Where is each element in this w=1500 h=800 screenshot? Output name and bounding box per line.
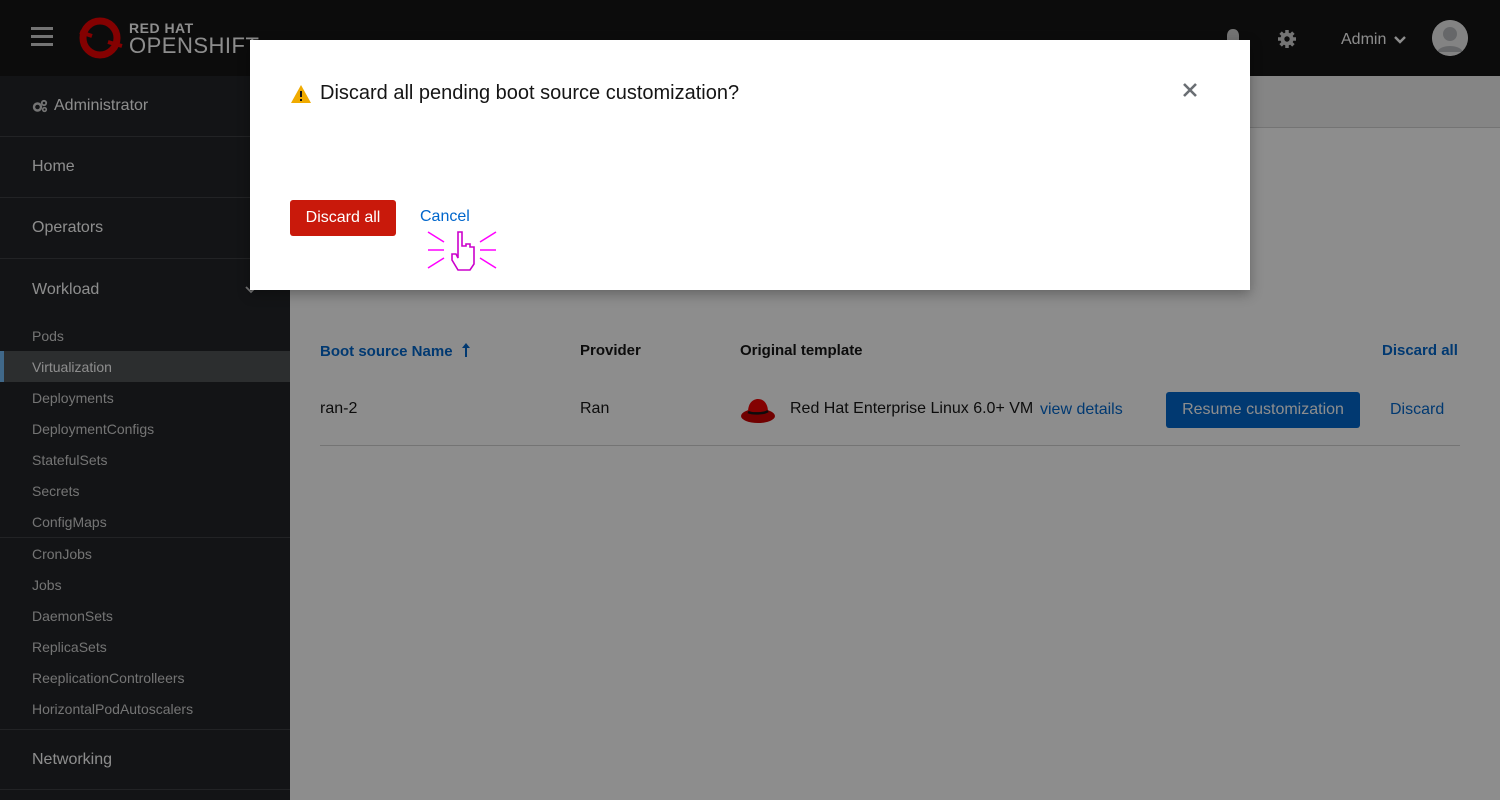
discard-all-button[interactable]: Discard all: [290, 200, 396, 236]
warning-icon: [291, 84, 311, 103]
modal-title: Discard all pending boot source customiz…: [290, 82, 739, 105]
pointer-cursor-icon: [427, 231, 497, 271]
cancel-button[interactable]: Cancel: [420, 208, 470, 226]
discard-modal: Discard all pending boot source customiz…: [250, 40, 1250, 290]
modal-title-text: Discard all pending boot source customiz…: [320, 82, 740, 104]
close-icon[interactable]: [1182, 82, 1198, 98]
